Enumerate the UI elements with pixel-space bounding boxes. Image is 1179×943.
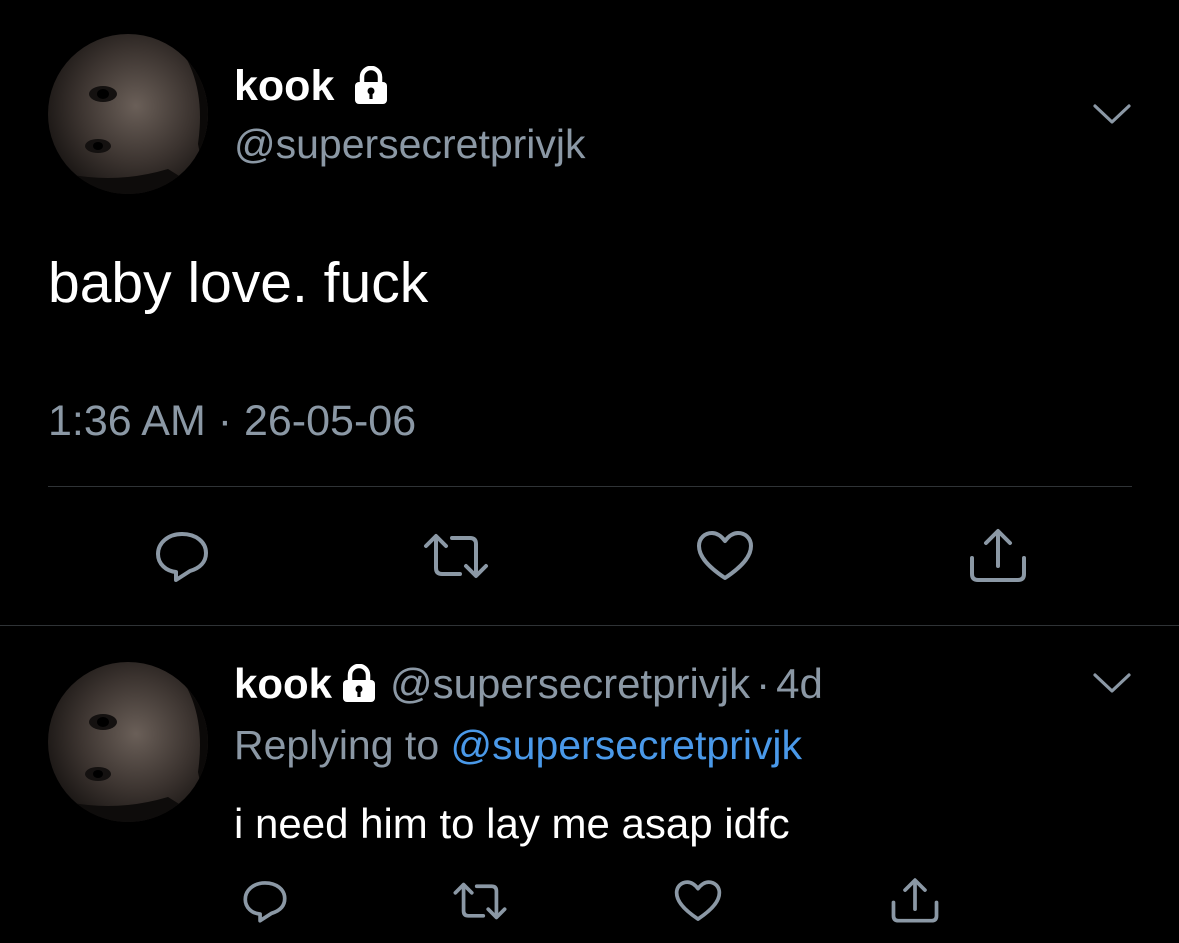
mention-link[interactable]: @supersecretprivjk bbox=[451, 722, 803, 768]
avatar[interactable] bbox=[48, 662, 208, 822]
chevron-down-icon[interactable] bbox=[1092, 103, 1132, 127]
avatar-photo bbox=[48, 662, 208, 822]
reply-header: kook @supersecretprivjk · 4d bbox=[234, 660, 823, 708]
separator-dot: · bbox=[756, 660, 771, 707]
replying-to-label: Replying to bbox=[234, 722, 440, 768]
tweet-separator bbox=[0, 625, 1179, 626]
display-name[interactable]: kook bbox=[234, 660, 332, 708]
lock-icon bbox=[343, 664, 376, 702]
retweet-icon[interactable] bbox=[450, 878, 510, 924]
tweet-text: baby love. fuck bbox=[48, 251, 429, 315]
display-name[interactable]: kook bbox=[234, 62, 390, 111]
heart-icon[interactable] bbox=[694, 528, 756, 584]
heart-icon[interactable] bbox=[672, 878, 724, 924]
timestamp[interactable]: 1:36 AM · 26-05-06 bbox=[48, 397, 416, 446]
handle[interactable]: @supersecretprivjk bbox=[234, 121, 586, 168]
avatar-photo bbox=[48, 34, 208, 194]
share-icon[interactable] bbox=[888, 876, 942, 924]
handle[interactable]: @supersecretprivjk bbox=[390, 660, 750, 708]
divider bbox=[48, 486, 1132, 487]
tweet-text: i need him to lay me asap idfc bbox=[234, 800, 790, 847]
avatar[interactable] bbox=[48, 34, 208, 194]
lock-icon bbox=[355, 65, 388, 104]
tweet-age[interactable]: 4d bbox=[776, 660, 823, 708]
chevron-down-icon[interactable] bbox=[1092, 672, 1132, 696]
retweet-icon[interactable] bbox=[420, 528, 492, 584]
reply-icon[interactable] bbox=[152, 528, 212, 584]
reply-icon[interactable] bbox=[240, 878, 290, 924]
share-icon[interactable] bbox=[966, 526, 1030, 584]
replying-to-line: Replying to @supersecretprivjk bbox=[234, 722, 802, 769]
